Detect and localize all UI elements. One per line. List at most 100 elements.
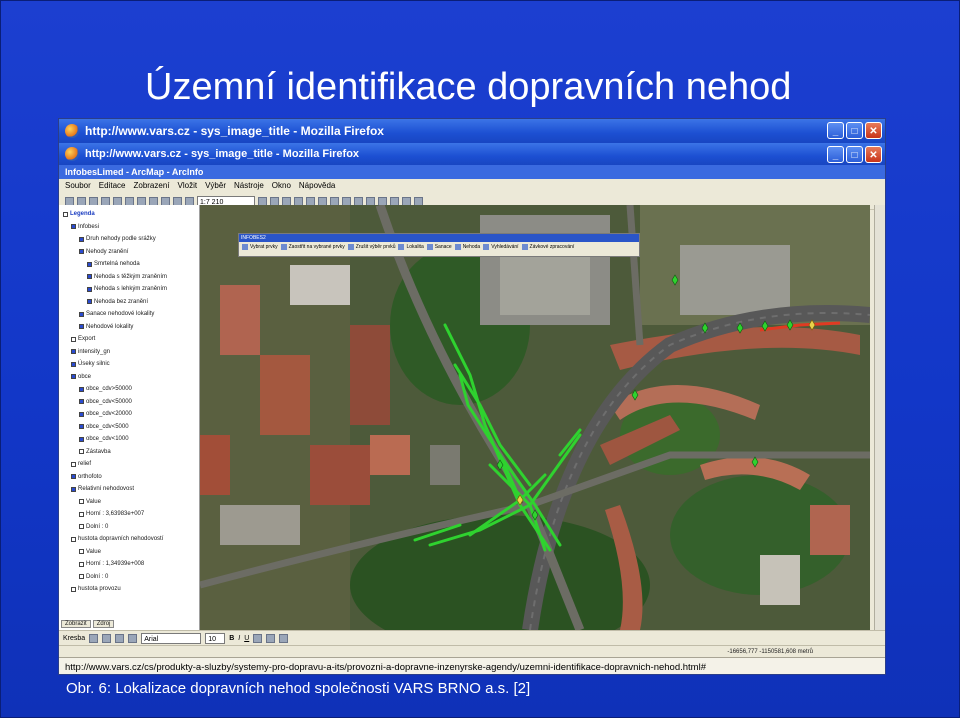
layer-checkbox[interactable]	[79, 574, 84, 580]
layer-checkbox[interactable]	[71, 474, 76, 480]
layer-checkbox[interactable]	[79, 511, 84, 517]
toc-layer[interactable]: Horní : 3,63983e+007	[79, 511, 144, 517]
toc-layer[interactable]: intensity_gn	[71, 349, 110, 355]
menu-item[interactable]: Soubor	[65, 179, 91, 193]
map-scrollbar[interactable]	[874, 205, 885, 630]
toc-layer[interactable]: Sanace nehodové lokality	[79, 311, 154, 317]
layer-checkbox[interactable]	[79, 399, 84, 405]
menu-item[interactable]: Výběr	[205, 179, 226, 193]
layer-checkbox[interactable]	[71, 336, 76, 342]
toc-layer[interactable]: obce_cdv<20000	[79, 411, 132, 417]
toc-layer[interactable]: Dolní : 0	[79, 574, 108, 580]
font-size-select[interactable]: 10	[205, 632, 226, 644]
toc-layer[interactable]: obce	[71, 374, 91, 380]
maximize-button[interactable]: □	[846, 122, 863, 139]
inner-maximize-button[interactable]: □	[846, 146, 863, 163]
layer-checkbox[interactable]	[71, 486, 76, 492]
layer-checkbox[interactable]	[79, 549, 84, 555]
infobes-button[interactable]: Sanace	[426, 244, 452, 250]
toc-layer[interactable]: orthofoto	[71, 474, 102, 480]
toc-layer[interactable]: Value	[79, 499, 101, 505]
menu-item[interactable]: Nástroje	[234, 179, 264, 193]
toc-layer[interactable]: Legenda	[63, 211, 95, 217]
toc-layer[interactable]: obce_cdv<50000	[79, 399, 132, 405]
toc-layer[interactable]: Dolní : 0	[79, 524, 108, 530]
menu-item[interactable]: Zobrazení	[133, 179, 169, 193]
layer-checkbox[interactable]	[79, 386, 84, 392]
toc-layer[interactable]: Nehoda s těžkým zraněním	[87, 274, 167, 280]
toc-layer[interactable]: Nehoda bez zranění	[87, 299, 148, 305]
toc-layer[interactable]: Nehoda s lehkým zraněním	[87, 286, 167, 292]
menu-item[interactable]: Vložit	[178, 179, 198, 193]
layer-checkbox[interactable]	[71, 374, 76, 380]
toc-layer[interactable]: obce_cdv>50000	[79, 386, 132, 392]
layer-checkbox[interactable]	[79, 324, 84, 330]
layer-checkbox[interactable]	[79, 411, 84, 417]
minimize-button[interactable]: _	[827, 122, 844, 139]
infobes-button[interactable]: Nehoda	[454, 244, 480, 250]
layer-checkbox[interactable]	[71, 224, 76, 230]
toc-layer[interactable]: Export	[71, 336, 95, 342]
toc-layer[interactable]: Nehodové lokality	[79, 324, 133, 330]
layer-checkbox[interactable]	[79, 524, 84, 530]
inner-close-button[interactable]: ✕	[865, 146, 882, 163]
toc-layer[interactable]: Value	[79, 549, 101, 555]
rotate-icon[interactable]	[102, 633, 112, 643]
layer-checkbox[interactable]	[71, 586, 76, 592]
toc-tab[interactable]: Zobrazit	[61, 620, 91, 628]
layer-checkbox[interactable]	[79, 236, 84, 242]
menu-item[interactable]: Editace	[99, 179, 126, 193]
layer-checkbox[interactable]	[79, 249, 84, 255]
infobes-button[interactable]: Zaostřit na vybrané prvky	[280, 244, 345, 250]
bold-button[interactable]: B	[229, 635, 234, 642]
map-view[interactable]: INFOBES2 Vybrat prvky Zaostřit na vybrané…	[200, 205, 870, 630]
layer-checkbox[interactable]	[79, 499, 84, 505]
fill-color-icon[interactable]	[266, 633, 276, 643]
layer-checkbox[interactable]	[71, 536, 76, 542]
layer-checkbox[interactable]	[63, 211, 68, 217]
layer-checkbox[interactable]	[87, 261, 92, 267]
text-icon[interactable]	[128, 633, 138, 643]
layer-checkbox[interactable]	[79, 311, 84, 317]
rectangle-icon[interactable]	[115, 633, 125, 643]
toc-layer[interactable]: Nehody zranění	[79, 249, 128, 255]
toc-layer[interactable]: Infobesi	[71, 224, 99, 230]
layer-checkbox[interactable]	[71, 349, 76, 355]
toc-layer[interactable]: Relativní nehodovost	[71, 486, 134, 492]
toc-layer[interactable]: Úseky silnic	[71, 361, 110, 367]
menu-item[interactable]: Okno	[272, 179, 291, 193]
infobes-button[interactable]: Závkové zpracování	[521, 244, 574, 250]
select-elements-icon[interactable]	[89, 633, 99, 643]
infobes-button[interactable]: Lokalita	[398, 244, 424, 250]
infobes-button[interactable]: Zrušit výběr prvků	[347, 244, 395, 250]
layer-checkbox[interactable]	[87, 274, 92, 280]
underline-button[interactable]: U	[244, 635, 249, 642]
toc-layer[interactable]: Druh nehody podle srážky	[79, 236, 156, 242]
toc-layer[interactable]: obce_cdv<1000	[79, 436, 129, 442]
layer-checkbox[interactable]	[79, 424, 84, 430]
toc-layer[interactable]: obce_cdv<5000	[79, 424, 129, 430]
italic-button[interactable]: I	[238, 635, 240, 642]
toc-layer[interactable]: Zástavba	[79, 449, 111, 455]
toc-layer[interactable]: hustota dopravních nehodovostí	[71, 536, 163, 542]
inner-minimize-button[interactable]: _	[827, 146, 844, 163]
toc-tab[interactable]: Zdroj	[92, 620, 115, 628]
line-color-icon[interactable]	[279, 633, 289, 643]
layer-checkbox[interactable]	[71, 361, 76, 367]
layer-checkbox[interactable]	[87, 286, 92, 292]
layer-checkbox[interactable]	[79, 561, 84, 567]
infobes-button[interactable]: Vybrat prvky	[242, 244, 278, 250]
toc-layer[interactable]: hustota provozu	[71, 586, 121, 592]
draw-menu[interactable]: Kresba	[63, 635, 85, 642]
toc-layer[interactable]: Smrtelná nehoda	[87, 261, 140, 267]
toc-layer[interactable]: Horní : 1,34939e+008	[79, 561, 144, 567]
font-select[interactable]: Arial	[141, 632, 202, 644]
close-button[interactable]: ✕	[865, 122, 882, 139]
infobes-button[interactable]: Vyhledávání	[483, 244, 519, 250]
layer-checkbox[interactable]	[79, 449, 84, 455]
layer-checkbox[interactable]	[71, 461, 76, 467]
layer-checkbox[interactable]	[79, 436, 84, 442]
layer-checkbox[interactable]	[87, 299, 92, 305]
toc-layer[interactable]: relief	[71, 461, 91, 467]
font-color-icon[interactable]	[253, 633, 263, 643]
